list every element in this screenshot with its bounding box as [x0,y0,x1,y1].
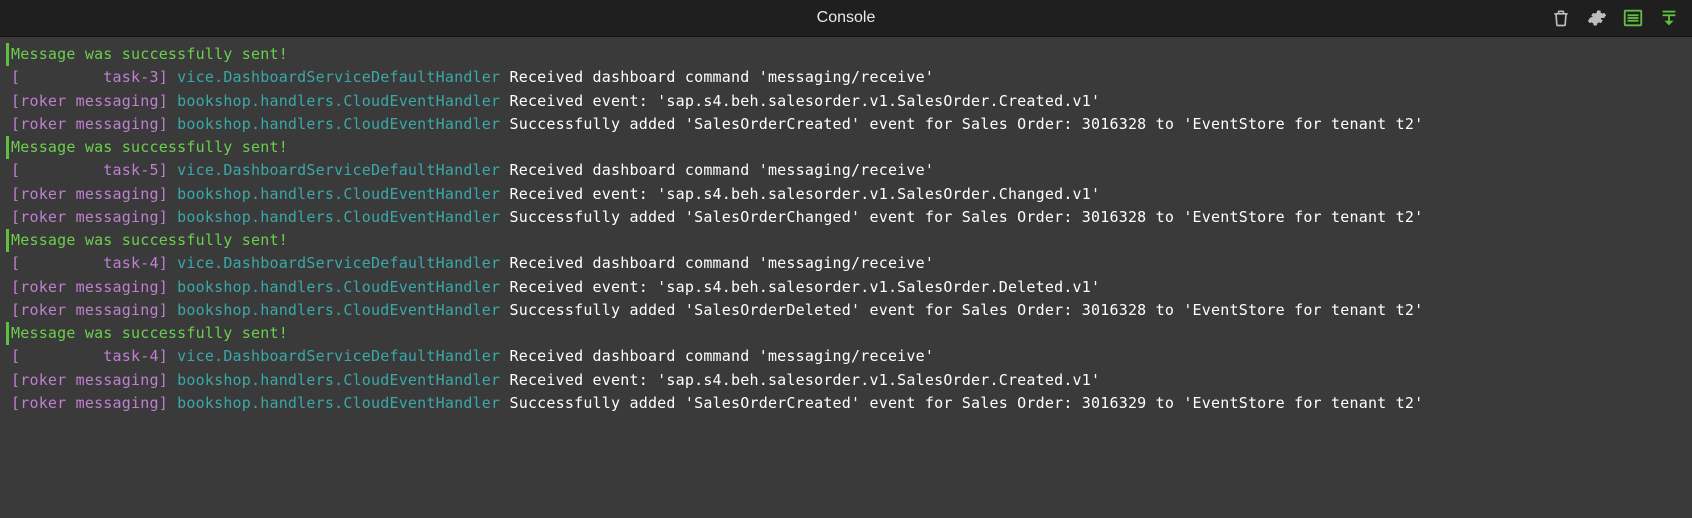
log-segment: [roker messaging] [11,115,168,133]
log-line: [roker messaging] bookshop.handlers.Clou… [6,113,1686,136]
log-segment: Message was successfully sent! [11,138,288,156]
log-segment: [roker messaging] [11,278,168,296]
log-segment: Message was successfully sent! [11,231,288,249]
log-line: [roker messaging] bookshop.handlers.Clou… [6,369,1686,392]
log-segment: vice.DashboardServiceDefaultHandler [168,68,500,86]
log-segment: Received dashboard command 'messaging/re… [500,347,934,365]
log-segment: Received event: 'sap.s4.beh.salesorder.v… [500,185,1100,203]
log-line: [roker messaging] bookshop.handlers.Clou… [6,276,1686,299]
log-segment: Successfully added 'SalesOrderCreated' e… [500,394,1423,412]
log-line: [roker messaging] bookshop.handlers.Clou… [6,90,1686,113]
log-segment: [roker messaging] [11,185,168,203]
list-icon[interactable] [1622,7,1644,29]
log-segment: [roker messaging] [11,394,168,412]
log-segment: [roker messaging] [11,208,168,226]
console-titlebar: Console [0,0,1692,37]
log-segment: vice.DashboardServiceDefaultHandler [168,161,500,179]
log-line: [ task-3] vice.DashboardServiceDefaultHa… [6,66,1686,89]
log-line: [roker messaging] bookshop.handlers.Clou… [6,392,1686,415]
log-segment: Received event: 'sap.s4.beh.salesorder.v… [500,371,1100,389]
log-segment: Received event: 'sap.s4.beh.salesorder.v… [500,278,1100,296]
log-segment: bookshop.handlers.CloudEventHandler [168,185,500,203]
log-segment: [ task-4] [11,347,168,365]
log-segment: bookshop.handlers.CloudEventHandler [168,394,500,412]
log-line: Message was successfully sent! [6,322,1686,345]
log-line: [ task-5] vice.DashboardServiceDefaultHa… [6,159,1686,182]
log-segment: Message was successfully sent! [11,324,288,342]
log-segment: bookshop.handlers.CloudEventHandler [168,278,500,296]
log-segment: bookshop.handlers.CloudEventHandler [168,301,500,319]
log-segment: [roker messaging] [11,92,168,110]
console-title: Console [817,9,876,27]
log-segment: Successfully added 'SalesOrderDeleted' e… [500,301,1423,319]
log-segment: bookshop.handlers.CloudEventHandler [168,115,500,133]
log-line: Message was successfully sent! [6,43,1686,66]
log-segment: bookshop.handlers.CloudEventHandler [168,92,500,110]
log-segment: [ task-3] [11,68,168,86]
log-segment: Successfully added 'SalesOrderChanged' e… [500,208,1423,226]
log-segment: Received dashboard command 'messaging/re… [500,254,934,272]
log-segment: [roker messaging] [11,301,168,319]
log-segment: [ task-5] [11,161,168,179]
trash-icon[interactable] [1550,7,1572,29]
log-segment: Message was successfully sent! [11,45,288,63]
scroll-down-icon[interactable] [1658,7,1680,29]
gear-icon[interactable] [1586,7,1608,29]
log-line: [roker messaging] bookshop.handlers.Clou… [6,183,1686,206]
log-line: Message was successfully sent! [6,229,1686,252]
titlebar-actions [1550,7,1692,29]
log-segment: bookshop.handlers.CloudEventHandler [168,371,500,389]
log-line: Message was successfully sent! [6,136,1686,159]
log-segment: Received dashboard command 'messaging/re… [500,68,934,86]
log-segment: [ task-4] [11,254,168,272]
log-segment: bookshop.handlers.CloudEventHandler [168,208,500,226]
log-segment: [roker messaging] [11,371,168,389]
log-line: [roker messaging] bookshop.handlers.Clou… [6,299,1686,322]
console-log[interactable]: Message was successfully sent! [ task-3] … [0,37,1692,415]
log-segment: Received event: 'sap.s4.beh.salesorder.v… [500,92,1100,110]
log-line: [ task-4] vice.DashboardServiceDefaultHa… [6,252,1686,275]
log-segment: Received dashboard command 'messaging/re… [500,161,934,179]
log-line: [ task-4] vice.DashboardServiceDefaultHa… [6,345,1686,368]
log-segment: Successfully added 'SalesOrderCreated' e… [500,115,1423,133]
log-segment: vice.DashboardServiceDefaultHandler [168,347,500,365]
log-line: [roker messaging] bookshop.handlers.Clou… [6,206,1686,229]
log-segment: vice.DashboardServiceDefaultHandler [168,254,500,272]
